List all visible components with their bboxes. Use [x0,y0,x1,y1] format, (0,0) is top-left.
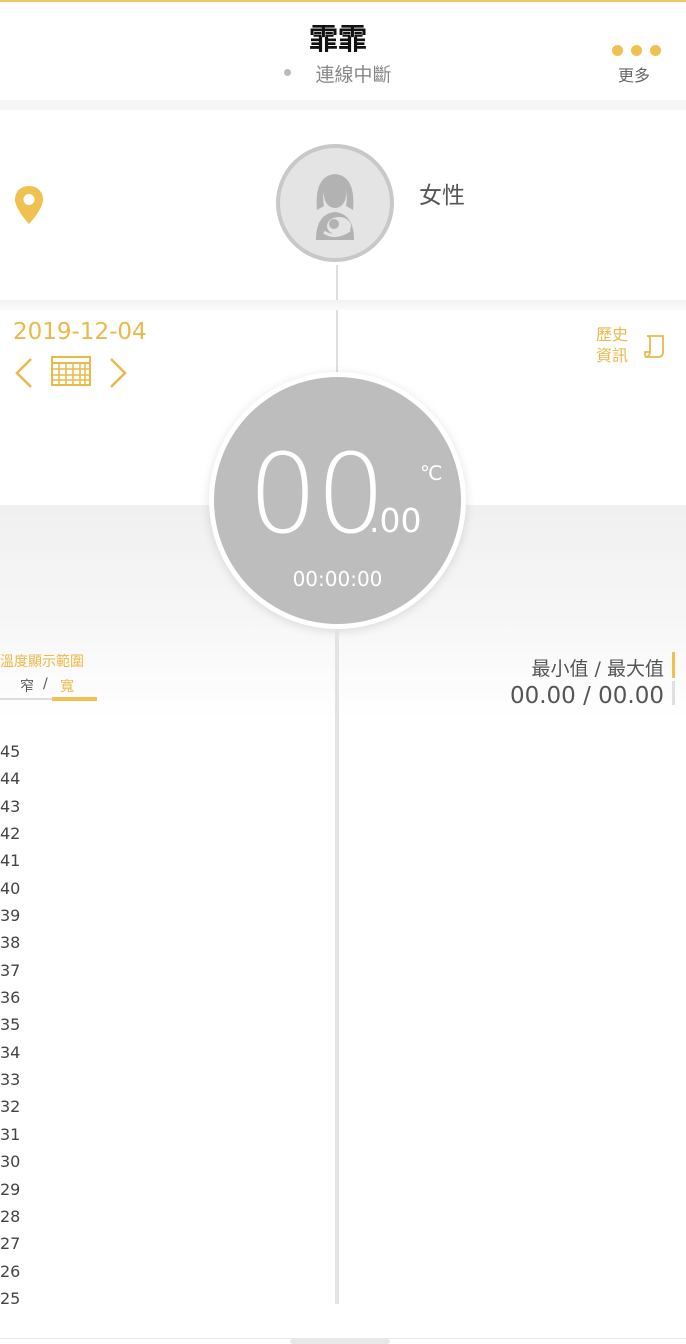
more-dots-icon [612,45,662,57]
scale-tick: 27 [0,1234,21,1254]
temperature-dial: 00 .00 ℃ 00:00:00 [214,377,461,624]
scale-tick: 31 [0,1124,21,1144]
history-label: 歷史 資訊 [596,324,628,366]
scale-tick: 43 [0,796,21,816]
scale-tick: 25 [0,1288,21,1308]
scale-tick: 35 [0,1015,21,1035]
scale-tick: 37 [0,960,21,980]
scale-tick: 38 [0,933,21,953]
scale-tick: 39 [0,906,21,926]
range-wide-option[interactable]: 寬 [60,676,74,696]
minmax-accent-bar [672,652,675,678]
history-label-line2: 資訊 [596,346,629,365]
temperature-scale: 45 44 43 42 41 40 39 38 37 36 35 34 33 3… [0,738,20,1312]
mother-baby-avatar-icon [316,174,354,240]
status-dot-icon [284,69,292,76]
range-narrow-option[interactable]: 窄 [20,676,34,696]
more-button[interactable]: 更多 [608,42,668,88]
minmax-value: 00.00 / 00.00 [509,683,664,709]
section-divider [0,100,686,110]
scale-tick: 29 [0,1179,21,1199]
temperature-decimal: .00 [369,501,422,540]
selected-date: 2019-12-04 [13,319,147,345]
scale-tick: 42 [0,824,21,844]
scale-tick: 32 [0,1097,21,1117]
scale-tick: 30 [0,1152,21,1172]
scale-tick: 26 [0,1261,21,1281]
connection-status: 連線中斷 [0,60,676,87]
scale-tick: 36 [0,988,21,1008]
chevron-right-icon[interactable] [106,355,130,391]
chevron-left-icon[interactable] [12,355,36,391]
section-divider [0,300,686,310]
scale-tick: 44 [0,769,21,789]
connection-status-text: 連線中斷 [315,64,392,86]
temperature-integer: 00 [248,430,386,558]
chart-timeline [335,629,339,1304]
history-label-line1: 歷史 [596,325,629,344]
range-title: 溫度顯示範圍 [0,654,84,670]
minmax-label: 最小值 / 最大值 [531,658,664,680]
document-icon [644,335,664,358]
location-pin-icon[interactable] [12,184,46,226]
app-header: 霏霏 連線中斷 更多 [0,2,686,100]
gender-label: 女性 [419,183,465,209]
range-active-indicator [52,697,97,701]
scale-tick: 41 [0,851,21,871]
scale-tick: 45 [0,742,21,761]
timeline-connector [336,265,338,380]
minmax-track-bar [672,681,675,705]
scale-tick: 33 [0,1070,21,1090]
measurement-time: 00:00:00 [292,567,383,591]
avatar[interactable] [276,144,394,262]
scale-tick: 28 [0,1206,21,1226]
calendar-icon[interactable] [50,354,92,388]
history-button[interactable]: 歷史 資訊 [596,324,672,368]
device-name: 霏霏 [308,22,367,56]
range-toggle: 窄 / 寬 [0,674,100,702]
temperature-unit: ℃ [420,461,443,485]
scale-tick: 40 [0,878,21,898]
range-separator: / [43,676,48,692]
scale-tick: 34 [0,1042,21,1062]
more-label: 更多 [618,66,651,85]
bottom-handle[interactable] [290,1339,390,1344]
